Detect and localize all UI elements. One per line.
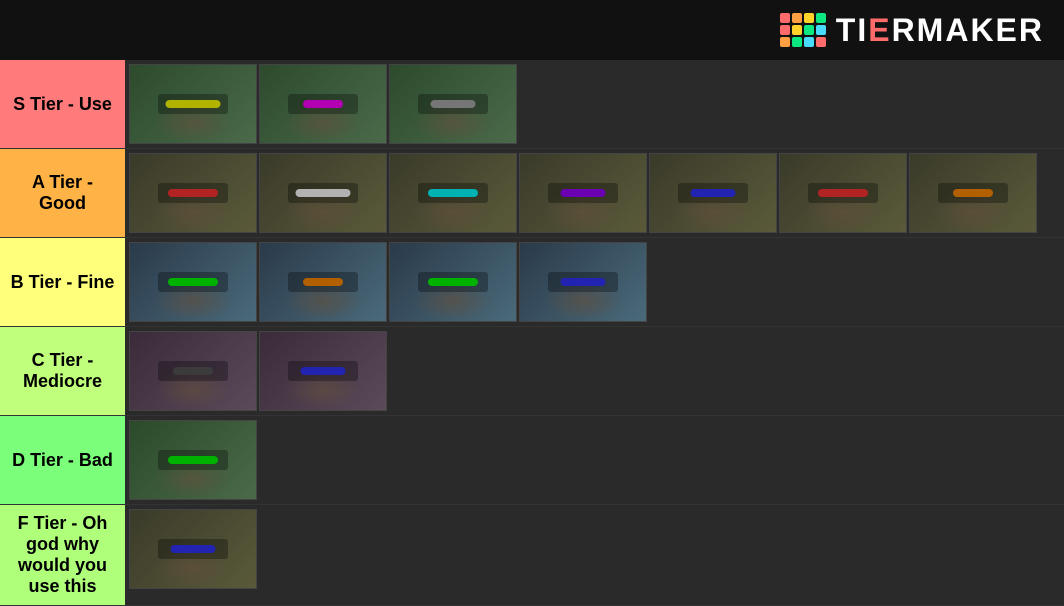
a-tier-row: A Tier - Good [0, 149, 1064, 238]
list-item [909, 153, 1037, 233]
logo-dot-11 [804, 37, 814, 47]
gun-color [168, 189, 218, 197]
list-item [649, 153, 777, 233]
list-item [779, 153, 907, 233]
weapon-image [390, 65, 516, 143]
gun-color [428, 189, 478, 197]
gun-color [166, 100, 221, 108]
c-tier-row: C Tier -Mediocre [0, 327, 1064, 416]
b-tier-content [125, 238, 1064, 326]
logo-container: TieRMAKER [780, 12, 1044, 49]
tier-table: S Tier - Use A [0, 60, 1064, 606]
list-item [129, 64, 257, 144]
c-tier-content [125, 327, 1064, 415]
gun-color [301, 367, 346, 375]
f-tier-row: F Tier - Ohgod whywould youuse this [0, 505, 1064, 606]
list-item [129, 331, 257, 411]
logo-text: TieRMAKER [836, 12, 1044, 49]
gun-color [428, 278, 478, 286]
weapon-image [130, 332, 256, 410]
weapon-image [260, 243, 386, 321]
weapon-image [130, 510, 256, 588]
weapon-image [130, 421, 256, 499]
weapon-image [910, 154, 1036, 232]
weapon-image [130, 65, 256, 143]
list-item [129, 242, 257, 322]
list-item [519, 242, 647, 322]
list-item [259, 153, 387, 233]
logo-dot-8 [816, 25, 826, 35]
s-tier-row: S Tier - Use [0, 60, 1064, 149]
f-tier-label: F Tier - Ohgod whywould youuse this [0, 505, 125, 605]
header: TieRMAKER [0, 0, 1064, 60]
s-tier-label: S Tier - Use [0, 60, 125, 148]
d-tier-row: D Tier - Bad [0, 416, 1064, 505]
list-item [259, 331, 387, 411]
logo-dot-6 [792, 25, 802, 35]
list-item [389, 64, 517, 144]
gun-color [303, 278, 343, 286]
d-tier-label: D Tier - Bad [0, 416, 125, 504]
logo-dot-5 [780, 25, 790, 35]
logo-dot-9 [780, 37, 790, 47]
gun-color [561, 189, 606, 197]
gun-color [953, 189, 993, 197]
d-tier-content [125, 416, 1064, 504]
weapon-image [390, 243, 516, 321]
list-item [129, 509, 257, 589]
f-tier-content [125, 505, 1064, 605]
gun-color [296, 189, 351, 197]
list-item [259, 242, 387, 322]
list-item [519, 153, 647, 233]
weapon-image [260, 332, 386, 410]
gun-color [561, 278, 606, 286]
weapon-image [130, 154, 256, 232]
logo-dot-4 [816, 13, 826, 23]
logo-dot-12 [816, 37, 826, 47]
gun-color [818, 189, 868, 197]
logo-grid [780, 13, 826, 47]
gun-color [303, 100, 343, 108]
a-tier-label: A Tier - Good [0, 149, 125, 237]
weapon-image [130, 243, 256, 321]
weapon-image [260, 154, 386, 232]
weapon-image [390, 154, 516, 232]
weapon-image [260, 65, 386, 143]
gun-color [173, 367, 213, 375]
weapon-image [650, 154, 776, 232]
logo-dot-2 [792, 13, 802, 23]
weapon-image [520, 154, 646, 232]
gun-color [431, 100, 476, 108]
list-item [389, 153, 517, 233]
b-tier-row: B Tier - Fine [0, 238, 1064, 327]
logo-dot-7 [804, 25, 814, 35]
logo-dot-1 [780, 13, 790, 23]
weapon-image [520, 243, 646, 321]
list-item [129, 420, 257, 500]
gun-color [168, 278, 218, 286]
list-item [129, 153, 257, 233]
list-item [389, 242, 517, 322]
gun-color [171, 545, 216, 553]
s-tier-content [125, 60, 1064, 148]
a-tier-content [125, 149, 1064, 237]
c-tier-label: C Tier -Mediocre [0, 327, 125, 415]
gun-color [691, 189, 736, 197]
gun-color [168, 456, 218, 464]
list-item [259, 64, 387, 144]
b-tier-label: B Tier - Fine [0, 238, 125, 326]
logo-dot-3 [804, 13, 814, 23]
weapon-image [780, 154, 906, 232]
logo-dot-10 [792, 37, 802, 47]
